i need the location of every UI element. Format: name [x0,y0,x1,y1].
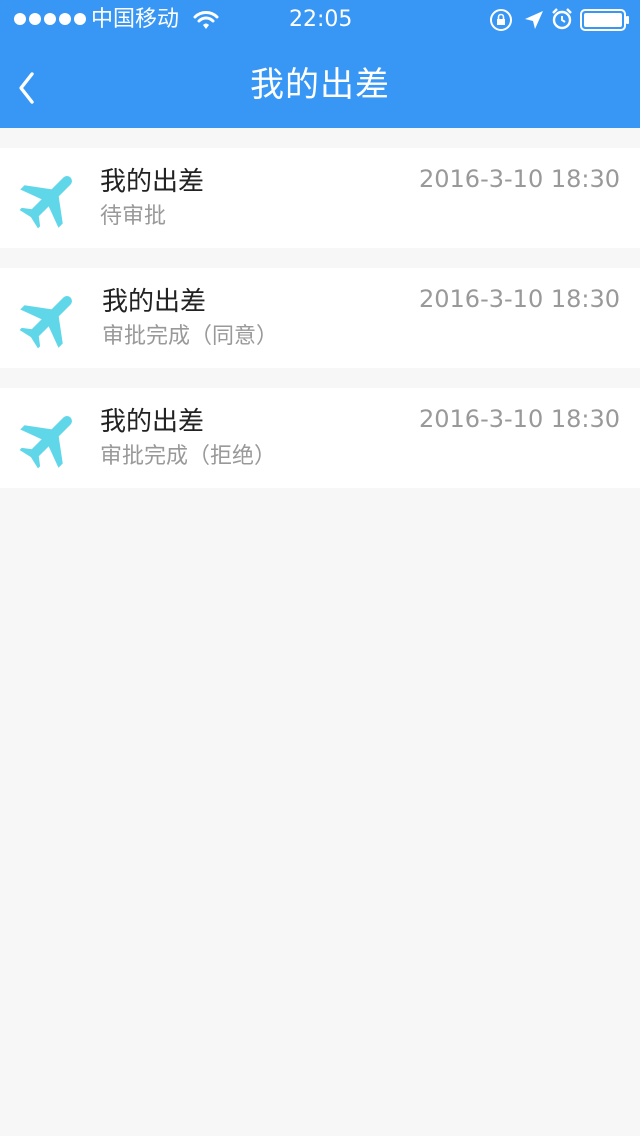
list-item[interactable]: 我的出差 审批完成（同意） 2016-3-10 18:30 [0,268,640,368]
item-title: 我的出差 [102,287,207,317]
alarm-icon [552,8,572,30]
item-title: 我的出差 [100,167,205,197]
list-item[interactable]: 我的出差 待审批 2016-3-10 18:30 [0,148,640,248]
location-arrow-icon [525,11,543,29]
header: 中国移动 22:05 我的出差 [0,0,640,128]
signal-dots-icon [14,13,86,25]
item-title: 我的出差 [100,407,205,437]
item-status: 审批完成（拒绝） [100,444,277,469]
airplane-icon [19,296,72,349]
item-time: 2016-3-10 18:30 [419,285,620,313]
battery-icon [580,9,629,31]
airplane-icon [19,176,72,229]
trip-list: 我的出差 待审批 2016-3-10 18:30 我的出差 审批完成（同意） 2… [0,148,640,508]
wifi-icon [193,11,219,29]
status-time: 22:05 [289,7,353,32]
page-title: 我的出差 [250,65,390,105]
item-status: 待审批 [100,204,167,229]
list-item[interactable]: 我的出差 审批完成（拒绝） 2016-3-10 18:30 [0,388,640,488]
status-bar: 中国移动 22:05 [0,0,640,40]
airplane-icon [19,416,72,469]
item-time: 2016-3-10 18:30 [419,405,620,433]
rotation-lock-icon [490,9,512,31]
carrier-name: 中国移动 [91,7,180,32]
item-time: 2016-3-10 18:30 [419,165,620,193]
item-status: 审批完成（同意） [102,324,279,349]
